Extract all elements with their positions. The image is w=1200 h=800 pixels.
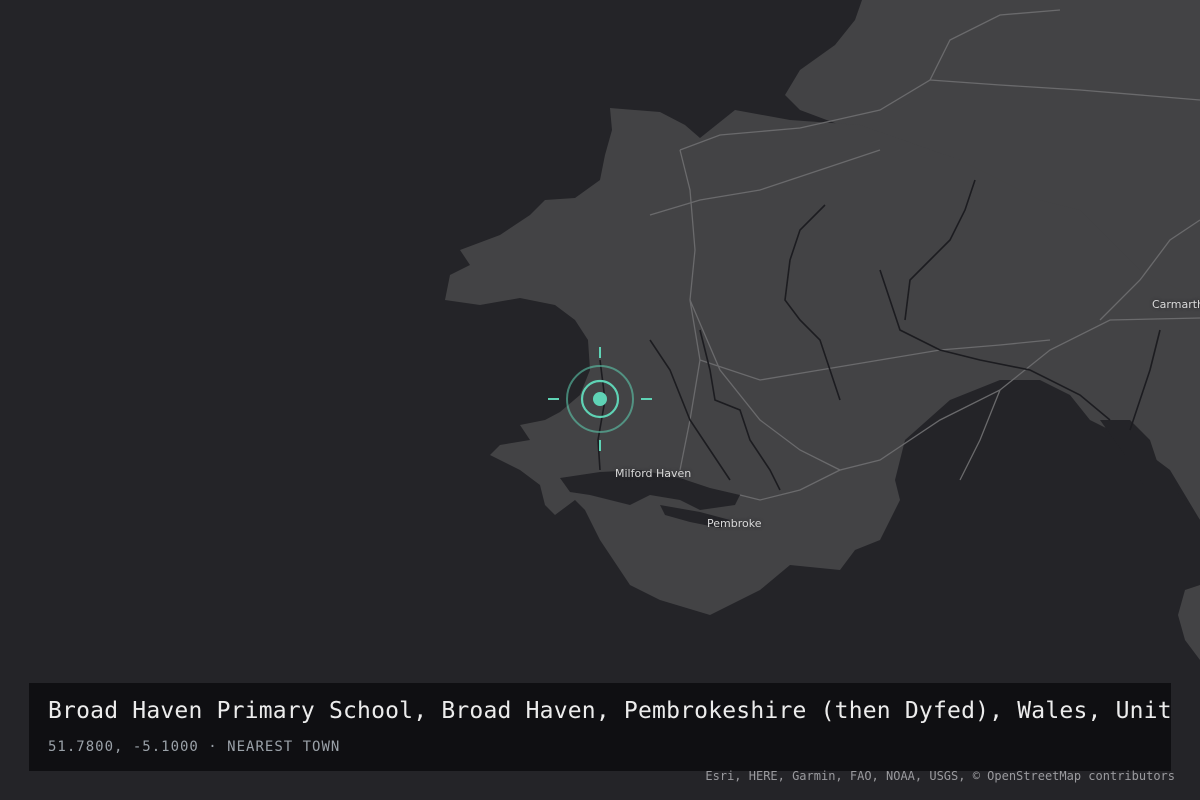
coordinates: 51.7800, -5.1000 <box>48 739 199 755</box>
map-canvas[interactable] <box>0 0 1200 800</box>
location-info-panel: Broad Haven Primary School, Broad Haven,… <box>29 683 1171 771</box>
place-label-pembroke: Pembroke <box>707 517 762 530</box>
place-label-milford-haven: Milford Haven <box>615 467 692 480</box>
location-precision: NEAREST TOWN <box>227 739 341 755</box>
place-label-carmarthen: Carmarth <box>1152 298 1200 311</box>
place-meta: 51.7800, -5.1000 · NEAREST TOWN <box>48 739 340 755</box>
place-title: Broad Haven Primary School, Broad Haven,… <box>48 698 1171 724</box>
meta-separator: · <box>208 739 218 755</box>
map-attribution: Esri, HERE, Garmin, FAO, NOAA, USGS, © O… <box>705 769 1175 783</box>
